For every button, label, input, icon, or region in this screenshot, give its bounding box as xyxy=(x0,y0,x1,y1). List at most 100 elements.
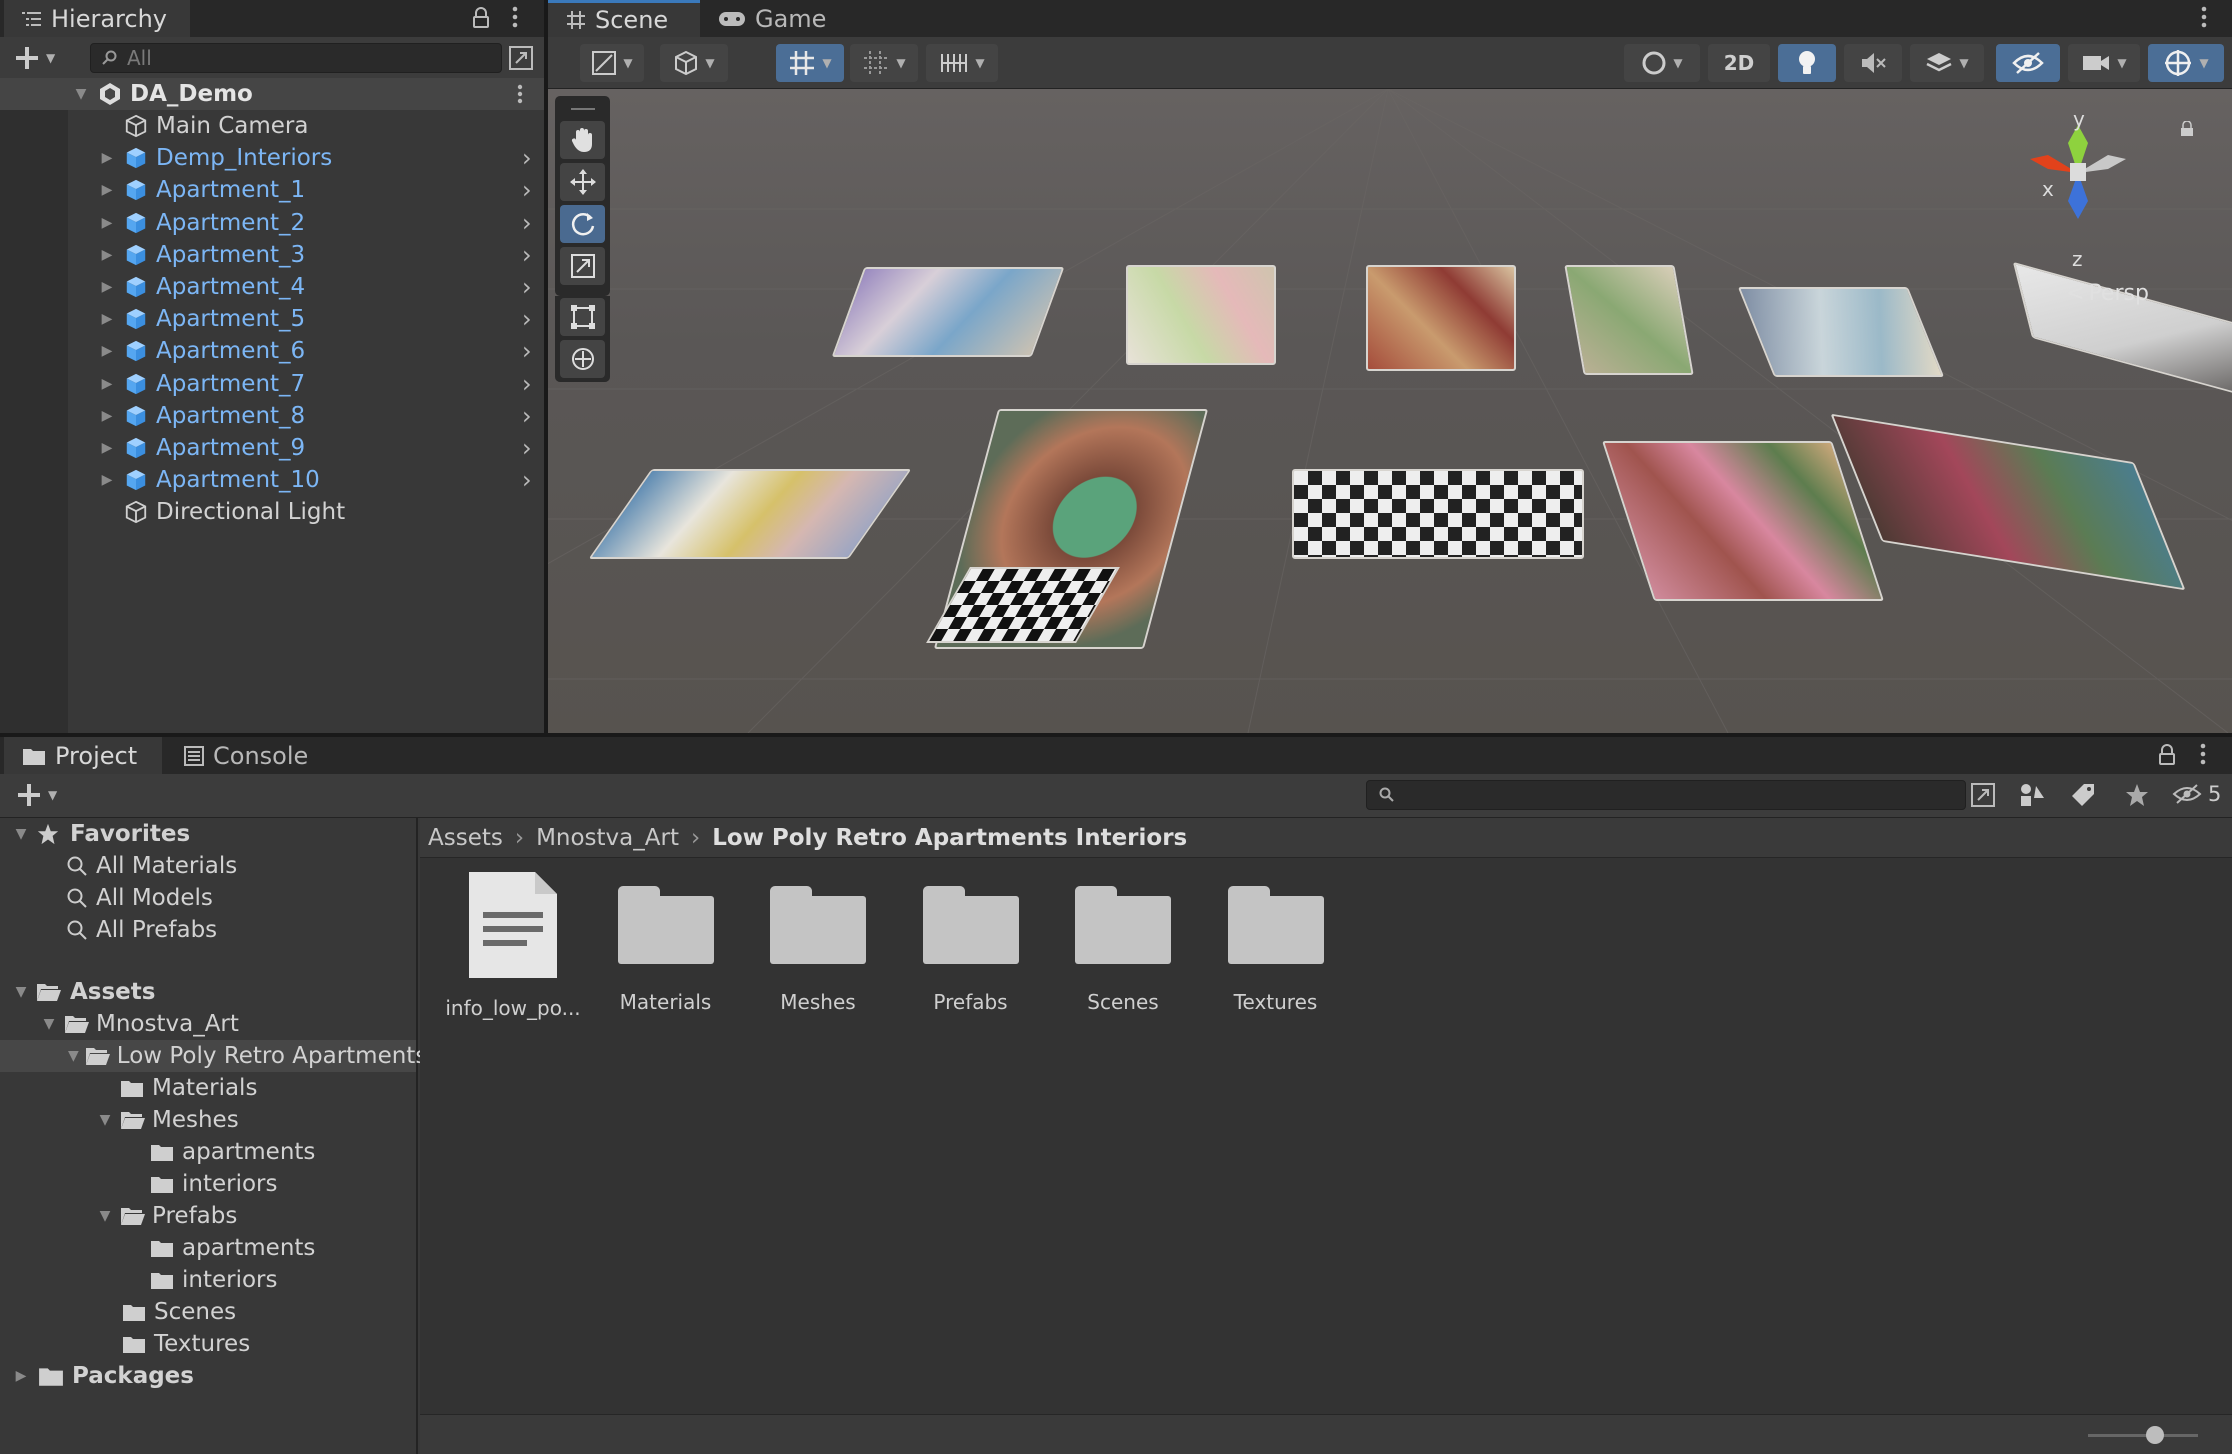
hierarchy-item[interactable]: ▶ Apartment_5 › xyxy=(0,303,544,335)
effects-dropdown[interactable]: ▼ xyxy=(1910,44,1984,82)
scene-viewport[interactable]: y x z < Persp xyxy=(548,89,2232,733)
open-in-window-icon[interactable] xyxy=(508,45,534,71)
expand-arrow-icon[interactable]: ▶ xyxy=(98,182,116,198)
project-search-input[interactable] xyxy=(1366,780,1966,810)
tab-hierarchy[interactable]: Hierarchy xyxy=(4,0,190,37)
folder-row-prefabs-interiors[interactable]: interiors xyxy=(0,1264,416,1296)
breadcrumb-low-poly[interactable]: Low Poly Retro Apartments Interiors xyxy=(712,825,1187,851)
scene-visibility-toggle[interactable] xyxy=(1996,44,2060,82)
orientation-gizmo[interactable] xyxy=(2008,103,2168,253)
asset-folder-item[interactable]: Materials xyxy=(591,868,741,1014)
hierarchy-item[interactable]: ▶ Apartment_9 › xyxy=(0,432,544,464)
apartment-model[interactable] xyxy=(1564,265,1694,375)
gizmos-dropdown[interactable]: ▼ xyxy=(2148,44,2224,82)
draw-mode-dropdown[interactable]: ▼ xyxy=(580,44,644,82)
rotate-tool-button[interactable] xyxy=(560,205,605,243)
expand-arrow-icon[interactable]: ▶ xyxy=(98,279,116,295)
breadcrumb-assets[interactable]: Assets xyxy=(428,825,503,851)
favorite-item[interactable]: All Models xyxy=(0,882,416,914)
scale-tool-button[interactable] xyxy=(560,247,605,285)
hidden-packages-toggle[interactable]: 5 xyxy=(2172,782,2221,806)
expand-arrow-icon[interactable]: ▶ xyxy=(98,343,116,359)
expand-arrow-icon[interactable]: ▶ xyxy=(98,150,116,166)
folder-row-meshes[interactable]: ▼ Meshes xyxy=(0,1104,416,1136)
expand-arrow-icon[interactable]: ▶ xyxy=(98,247,116,263)
transform-tool-button[interactable] xyxy=(560,340,605,378)
shading-mode-dropdown[interactable]: ▼ xyxy=(1624,44,1700,82)
hierarchy-item[interactable]: ▶ Apartment_1 › xyxy=(0,174,544,206)
grid-snap-toggle[interactable]: ▼ xyxy=(776,44,844,82)
asset-folder-item[interactable]: Scenes xyxy=(1048,868,1198,1014)
expand-arrow-icon[interactable]: ▶ xyxy=(98,472,116,488)
expand-arrow-icon[interactable]: ▶ xyxy=(98,408,116,424)
asset-folder-item[interactable]: Prefabs xyxy=(896,868,1046,1014)
add-asset-button[interactable]: ▼ xyxy=(16,782,57,808)
snap-settings-dropdown[interactable]: ▼ xyxy=(926,44,998,82)
open-prefab-chevron-icon[interactable]: › xyxy=(522,209,532,237)
hierarchy-item[interactable]: Directional Light xyxy=(0,496,544,528)
folder-row-textures[interactable]: Textures xyxy=(0,1328,416,1360)
camera-settings-dropdown[interactable]: ▼ xyxy=(2068,44,2140,82)
zoom-slider-track[interactable] xyxy=(2088,1434,2198,1437)
expand-arrow-icon[interactable]: ▼ xyxy=(40,1016,58,1032)
hierarchy-item[interactable]: ▶ Apartment_6 › xyxy=(0,335,544,367)
zoom-slider-handle[interactable] xyxy=(2146,1426,2164,1444)
expand-arrow-icon[interactable]: ▶ xyxy=(12,1368,30,1384)
open-in-window-icon[interactable] xyxy=(1970,782,1996,808)
hierarchy-item[interactable]: ▶ Apartment_2 › xyxy=(0,207,544,239)
expand-arrow-icon[interactable]: ▼ xyxy=(12,984,30,1000)
open-prefab-chevron-icon[interactable]: › xyxy=(522,241,532,269)
expand-arrow-icon[interactable]: ▶ xyxy=(98,311,116,327)
tab-console[interactable]: Console xyxy=(166,737,336,774)
hierarchy-item[interactable]: ▶ Apartment_8 › xyxy=(0,400,544,432)
folder-row-assets[interactable]: ▼ Assets xyxy=(0,976,416,1008)
add-create-button[interactable]: ▼ xyxy=(14,45,55,71)
kebab-menu-icon[interactable] xyxy=(2201,6,2207,28)
folder-row-mnostva-art[interactable]: ▼ Mnostva_Art xyxy=(0,1008,416,1040)
lighting-toggle[interactable] xyxy=(1778,44,1836,82)
favorites-row[interactable]: ▼ Favorites xyxy=(0,818,416,850)
2d-toggle[interactable]: 2D xyxy=(1708,44,1770,82)
hierarchy-item[interactable]: ▶ Apartment_3 › xyxy=(0,239,544,271)
folder-row-prefabs-apartments[interactable]: apartments xyxy=(0,1232,416,1264)
expand-arrow-icon[interactable]: ▼ xyxy=(96,1208,114,1224)
favorite-item[interactable]: All Prefabs xyxy=(0,914,416,946)
expand-arrow-icon[interactable]: ▼ xyxy=(72,86,90,102)
lock-icon[interactable] xyxy=(472,7,490,29)
folder-row-packages[interactable]: ▶ Packages xyxy=(0,1360,416,1392)
tool-strip-handle[interactable] xyxy=(571,108,595,110)
hierarchy-search-input[interactable]: All xyxy=(90,43,502,73)
open-prefab-chevron-icon[interactable]: › xyxy=(522,337,532,365)
favorite-star-icon[interactable] xyxy=(2124,782,2150,808)
persp-projection-toggle[interactable]: < Persp xyxy=(2066,281,2149,306)
hand-tool-button[interactable] xyxy=(560,121,605,159)
open-prefab-chevron-icon[interactable]: › xyxy=(522,176,532,204)
folder-row-low-poly[interactable]: ▼ Low Poly Retro Apartments Interiors xyxy=(0,1040,531,1072)
breadcrumb-mnostva-art[interactable]: Mnostva_Art xyxy=(536,825,679,851)
hierarchy-item[interactable]: ▶ Apartment_10 › xyxy=(0,464,544,496)
asset-folder-item[interactable]: Textures xyxy=(1201,868,1351,1014)
open-prefab-chevron-icon[interactable]: › xyxy=(522,144,532,172)
expand-arrow-icon[interactable]: ▶ xyxy=(98,376,116,392)
expand-arrow-icon[interactable]: ▼ xyxy=(12,826,30,842)
render-mode-dropdown[interactable]: ▼ xyxy=(660,44,728,82)
apartment-model[interactable] xyxy=(1737,287,1945,377)
open-prefab-chevron-icon[interactable]: › xyxy=(522,305,532,333)
search-by-type-icon[interactable] xyxy=(2018,782,2046,808)
hierarchy-item[interactable]: Main Camera xyxy=(0,110,544,142)
kebab-menu-icon[interactable] xyxy=(517,84,523,104)
lock-icon[interactable] xyxy=(2180,121,2194,137)
folder-row-scenes[interactable]: Scenes xyxy=(0,1296,416,1328)
apartment-model[interactable] xyxy=(1126,265,1276,365)
kebab-menu-icon[interactable] xyxy=(512,6,518,28)
open-prefab-chevron-icon[interactable]: › xyxy=(522,370,532,398)
tab-scene[interactable]: Scene xyxy=(548,0,700,37)
open-prefab-chevron-icon[interactable]: › xyxy=(522,273,532,301)
open-prefab-chevron-icon[interactable]: › xyxy=(522,402,532,430)
expand-arrow-icon[interactable]: ▼ xyxy=(68,1048,79,1064)
open-prefab-chevron-icon[interactable]: › xyxy=(522,434,532,462)
lock-icon[interactable] xyxy=(2158,744,2176,766)
tab-project[interactable]: Project xyxy=(4,737,162,774)
apartment-model[interactable] xyxy=(831,267,1065,357)
move-tool-button[interactable] xyxy=(560,163,605,201)
